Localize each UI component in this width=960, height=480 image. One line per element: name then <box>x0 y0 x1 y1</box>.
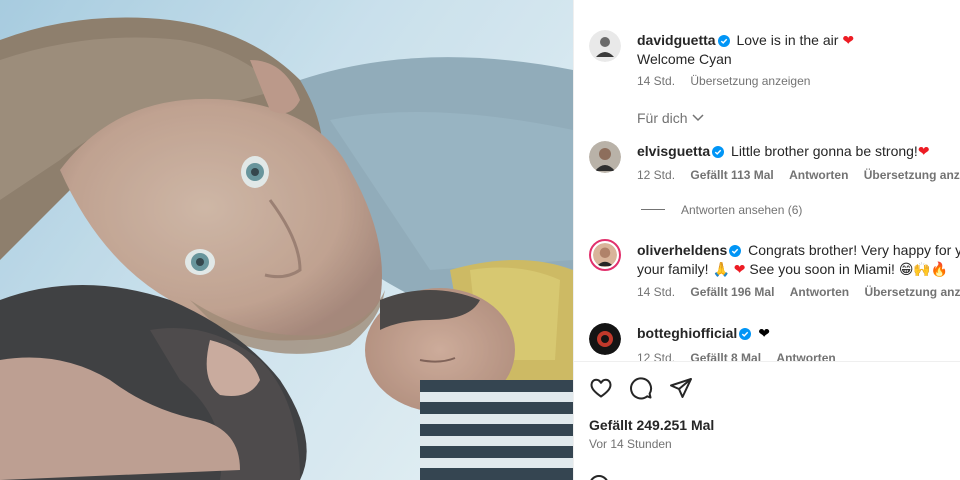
comment-reply-button[interactable]: Antworten <box>790 285 849 299</box>
comment-text-continued: your family! 🙏 <box>637 261 730 277</box>
post-action-bar: Gefällt 249.251 Mal Vor 14 Stunden <box>574 361 960 480</box>
view-replies-button[interactable]: Antworten ansehen (6) <box>641 203 802 217</box>
instagram-post-view: davidguetta Love is in the air ❤ Welcome… <box>0 0 960 480</box>
sort-label: Für dich <box>637 110 688 126</box>
verified-badge-icon <box>729 245 742 257</box>
red-heart-emoji-icon: ❤ <box>733 261 746 277</box>
comment-translate-link[interactable]: Übersetzung anzeigen <box>864 285 960 299</box>
comment-input-emoji-icon[interactable] <box>589 475 609 480</box>
comment-age: 14 Std. <box>637 285 676 299</box>
chevron-down-icon <box>692 114 704 122</box>
comment-avatar-oliverheldens[interactable] <box>589 239 621 271</box>
comment-1-body: elvisguetta Little brother gonna be stro… <box>637 142 930 160</box>
comment-1-meta: 12 Std. Gefällt 113 Mal Antworten Überse… <box>637 167 960 183</box>
verified-badge-icon <box>717 35 730 47</box>
caption-line-1: davidguetta Love is in the air ❤ <box>637 31 854 49</box>
caption-meta: 14 Std. Übersetzung anzeigen <box>637 73 822 89</box>
comment-username[interactable]: oliverheldens <box>637 242 727 258</box>
caption-text: Love is in the air <box>736 32 839 48</box>
caption-translate-link[interactable]: Übersetzung anzeigen <box>690 74 810 88</box>
post-timestamp: Vor 14 Stunden <box>589 437 672 451</box>
comment-2-meta: 14 Std. Gefällt 196 Mal Antworten Überse… <box>637 284 960 300</box>
comment-text-continued-2: See you soon in Miami! 😁🙌🔥 <box>749 261 949 277</box>
comment-translate-link[interactable]: Übersetzung anzeigen <box>864 168 960 182</box>
red-heart-emoji-icon: ❤ <box>917 143 930 159</box>
post-photo[interactable] <box>0 0 573 480</box>
comment-avatar-botteghiofficial[interactable] <box>589 323 621 355</box>
verified-badge-icon <box>712 146 725 158</box>
comment-likes[interactable]: Gefällt 113 Mal <box>690 168 773 182</box>
comment-text: Little brother gonna be strong! <box>731 143 918 159</box>
paper-plane-icon[interactable] <box>669 376 693 400</box>
author-avatar[interactable] <box>589 30 621 62</box>
author-username[interactable]: davidguetta <box>637 32 716 48</box>
comment-avatar-elvisguetta[interactable] <box>589 141 621 173</box>
replies-divider <box>641 209 665 210</box>
caption-age: 14 Std. <box>637 74 676 88</box>
comment-2-body: oliverheldens Congrats brother! Very hap… <box>637 241 960 259</box>
comment-likes[interactable]: Gefällt 196 Mal <box>690 285 774 299</box>
comment-text: Congrats brother! Very happy for you <box>748 242 960 258</box>
black-heart-emoji-icon: ❤ <box>758 325 770 341</box>
comments-panel: davidguetta Love is in the air ❤ Welcome… <box>573 0 960 480</box>
comment-sort-dropdown[interactable]: Für dich <box>637 110 704 126</box>
family-photo-image <box>0 0 573 480</box>
comment-3-body: botteghiofficial ❤ <box>637 324 770 342</box>
comment-username[interactable]: elvisguetta <box>637 143 710 159</box>
comment-bubble-icon[interactable] <box>629 376 653 400</box>
view-replies-label: Antworten ansehen (6) <box>681 203 803 217</box>
comment-reply-button[interactable]: Antworten <box>789 168 848 182</box>
verified-badge-icon <box>739 328 752 340</box>
heart-outline-icon[interactable] <box>589 376 613 400</box>
comment-age: 12 Std. <box>637 168 676 182</box>
comment-username[interactable]: botteghiofficial <box>637 325 737 341</box>
red-heart-emoji-icon: ❤ <box>842 32 855 48</box>
caption-line-2: Welcome Cyan <box>637 51 732 67</box>
comment-2-body-line-2: your family! 🙏 ❤ See you soon in Miami! … <box>637 260 948 278</box>
post-like-count[interactable]: Gefällt 249.251 Mal <box>589 417 714 433</box>
